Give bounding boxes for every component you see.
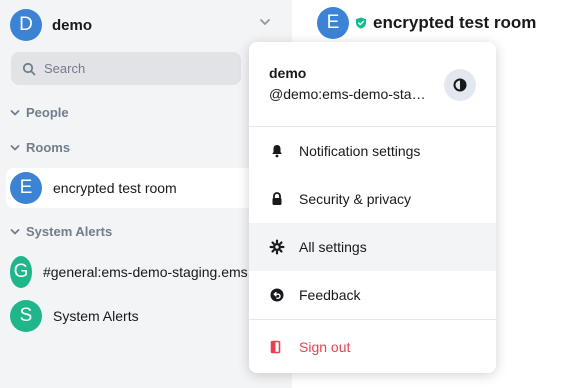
sign-out-icon (270, 340, 281, 354)
section-system-alerts[interactable]: System Alerts (10, 224, 112, 239)
user-menu: demo @demo:ems-demo-staging.ems.host Not… (249, 42, 496, 373)
gear-icon (269, 239, 285, 255)
room-list-item[interactable]: E encrypted test room (6, 168, 278, 208)
menu-item-label: Notification settings (299, 143, 421, 159)
room-header: E encrypted test room (317, 7, 536, 39)
room-name: encrypted test room (53, 180, 177, 196)
user-menu-button[interactable]: D demo (10, 9, 92, 41)
sign-out-item[interactable]: Sign out (249, 323, 496, 371)
all-settings-item[interactable]: All settings (249, 223, 496, 271)
menu-item-label: Security & privacy (299, 191, 412, 207)
user-avatar: D (10, 9, 42, 41)
shield-check-icon (356, 17, 366, 29)
chevron-down-icon (10, 109, 20, 115)
section-rooms[interactable]: Rooms (10, 140, 70, 155)
room-avatar: G (10, 256, 32, 288)
security-privacy-item[interactable]: Security & privacy (249, 175, 496, 223)
section-label: People (26, 105, 69, 120)
section-label: Rooms (26, 140, 71, 155)
divider (249, 319, 496, 320)
menu-display-name: demo (269, 65, 307, 81)
search-input[interactable]: Search (11, 52, 241, 85)
notification-settings-item[interactable]: Notification settings (249, 127, 496, 175)
search-placeholder: Search (44, 61, 86, 76)
theme-toggle-button[interactable] (444, 69, 476, 101)
menu-item-label: All settings (299, 239, 367, 255)
bell-icon (272, 145, 282, 158)
user-display-name: demo (52, 16, 93, 34)
chevron-down-icon (10, 144, 20, 150)
feedback-item[interactable]: Feedback (249, 271, 496, 319)
room-avatar[interactable]: E (317, 7, 349, 39)
section-people[interactable]: People (10, 105, 69, 120)
room-title[interactable]: encrypted test room (373, 13, 536, 33)
chevron-down-icon[interactable] (258, 15, 272, 29)
search-icon (22, 62, 36, 75)
room-list-item[interactable]: S System Alerts (6, 296, 278, 336)
room-list-item[interactable]: G #general:ems-demo-staging.ems.host (6, 252, 278, 292)
lock-icon (272, 192, 282, 205)
user-menu-header: demo @demo:ems-demo-staging.ems.host (249, 42, 496, 127)
chevron-down-icon (10, 228, 20, 234)
menu-user-id: @demo:ems-demo-staging.ems.host (269, 86, 433, 102)
section-label: System Alerts (26, 224, 113, 239)
feedback-icon (270, 288, 284, 302)
room-name: System Alerts (53, 308, 139, 324)
room-avatar: E (10, 172, 42, 204)
room-name: #general:ems-demo-staging.ems.host (42, 264, 278, 280)
contrast-icon (453, 78, 467, 92)
menu-item-label: Feedback (299, 287, 361, 303)
menu-item-label: Sign out (299, 339, 351, 355)
room-avatar: S (10, 300, 42, 332)
